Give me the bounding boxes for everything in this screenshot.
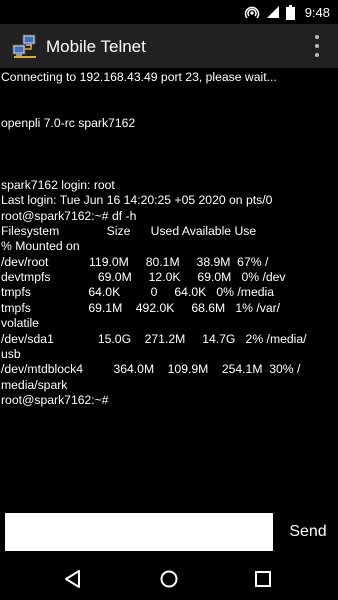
terminal-line: Connecting to 192.168.43.49 port 23, ple… bbox=[1, 70, 277, 84]
battery-icon bbox=[285, 4, 295, 20]
terminal-line: media/spark bbox=[1, 377, 68, 392]
back-icon[interactable] bbox=[62, 568, 84, 590]
command-input[interactable] bbox=[5, 513, 273, 551]
terminal-line: root@spark7162:~# bbox=[1, 393, 109, 408]
recents-icon[interactable] bbox=[252, 568, 274, 590]
terminal-line: Last login: Tue Jun 16 14:20:25 +05 2020… bbox=[1, 193, 273, 208]
app-title: Mobile Telnet bbox=[46, 37, 146, 56]
terminal-line: tmpfs 64.0K 0 64.0K 0% /media bbox=[1, 285, 274, 300]
terminal-line: /dev/sda1 15.0G 271.2M 14.7G 2% /media/ bbox=[1, 331, 307, 346]
hotspot-icon bbox=[244, 6, 259, 19]
terminal-line: /dev/root 119.0M 80.1M 38.9M 67% / bbox=[1, 254, 269, 269]
terminal-line: openpli 7.0-rc spark7162 bbox=[1, 116, 136, 131]
terminal-line: root@spark7162:~# df -h bbox=[1, 208, 137, 223]
terminal-output: Connecting to 192.168.43.49 port 23, ple… bbox=[1, 70, 335, 510]
home-icon[interactable] bbox=[158, 568, 180, 590]
terminal-line: volatile bbox=[1, 316, 39, 331]
terminal-line: usb bbox=[1, 347, 21, 362]
terminal-line: % Mounted on bbox=[1, 239, 80, 254]
terminal-line: tmpfs 69.1M 492.0K 68.6M 1% /var/ bbox=[1, 300, 281, 315]
status-time: 9:48 bbox=[304, 4, 330, 20]
terminal-line: spark7162 login: root bbox=[1, 177, 115, 192]
terminal-line: devtmpfs 69.0M 12.0K 69.0M 0% /dev bbox=[1, 270, 286, 285]
send-button[interactable]: Send bbox=[282, 513, 334, 551]
terminal-line: Filesystem Size Used Available Use bbox=[1, 223, 257, 238]
terminal-line: /dev/mtdblock4 364.0M 109.9M 254.1M 30% … bbox=[1, 362, 301, 377]
navigation-bar bbox=[0, 558, 338, 600]
app-bar: Mobile Telnet bbox=[0, 24, 338, 68]
overflow-menu-icon[interactable] bbox=[314, 35, 320, 57]
signal-icon bbox=[266, 6, 279, 18]
status-icons: 9:48 bbox=[244, 3, 330, 21]
command-input-row: Send bbox=[0, 510, 338, 558]
status-bar: 9:48 bbox=[0, 0, 338, 24]
network-computers-icon bbox=[12, 34, 36, 58]
